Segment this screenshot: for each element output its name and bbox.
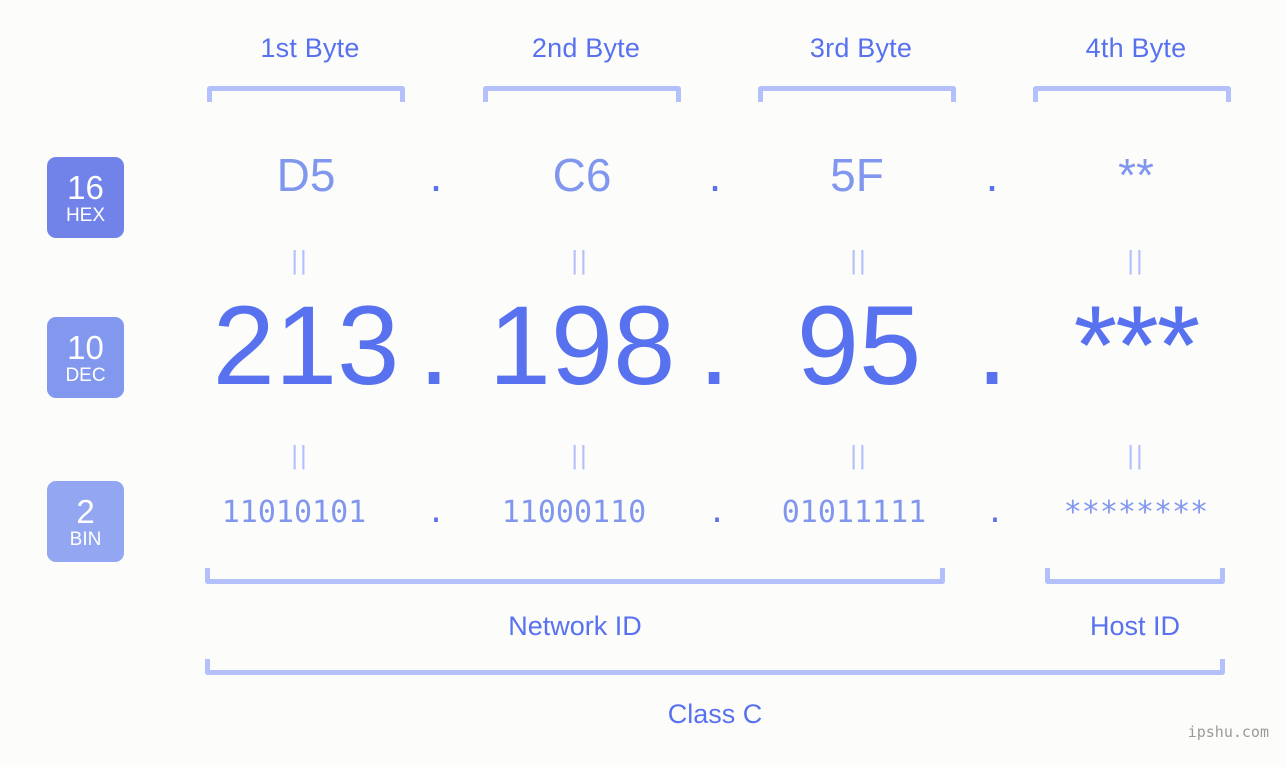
class-label: Class C (667, 699, 763, 729)
dec-byte-3: 95 (796, 283, 922, 408)
base-badge-hex-number: 16 (67, 168, 104, 206)
byte-header-3: 3rd Byte (809, 33, 913, 63)
base-badge-bin-abbr: BIN (69, 528, 102, 550)
bin-byte-2: 11000110 (501, 495, 647, 530)
byte-header-2: 2nd Byte (531, 33, 641, 63)
dec-byte-4: *** (1073, 283, 1201, 408)
base-badge-bin: 2 BIN (47, 481, 124, 562)
bin-byte-3: 01011111 (781, 495, 927, 530)
watermark: ipshu.com (1187, 723, 1269, 741)
byte-bracket-2 (483, 86, 681, 102)
network-id-label: Network ID (508, 611, 642, 641)
dec-dot-2: . (698, 283, 730, 408)
hex-byte-4: ** (1118, 149, 1154, 201)
dec-dot-1: . (418, 283, 450, 408)
class-bracket (205, 659, 1225, 675)
base-badge-bin-number: 2 (76, 492, 95, 530)
hex-dot-1: . (429, 149, 443, 201)
dec-byte-1: 213 (212, 283, 400, 408)
byte-header-4: 4th Byte (1085, 33, 1187, 63)
hex-byte-2: C6 (552, 149, 612, 201)
byte-header-1: 1st Byte (260, 33, 360, 63)
hex-byte-1: D5 (276, 149, 336, 201)
dec-byte-2: 198 (488, 283, 676, 408)
host-id-bracket (1045, 568, 1225, 584)
equals-mark-8: || (1127, 440, 1145, 470)
network-id-bracket (205, 568, 945, 584)
byte-bracket-4 (1033, 86, 1231, 102)
byte-bracket-1 (207, 86, 405, 102)
base-badge-hex: 16 HEX (47, 157, 124, 238)
base-badge-dec-number: 10 (67, 328, 104, 366)
equals-mark-1: || (291, 245, 309, 275)
base-badge-dec-abbr: DEC (65, 364, 106, 386)
ip-breakdown-diagram: 1st Byte 2nd Byte 3rd Byte 4th Byte 16 H… (0, 0, 1285, 767)
byte-bracket-3 (758, 86, 956, 102)
bin-byte-1: 11010101 (221, 495, 367, 530)
equals-mark-3: || (850, 245, 868, 275)
equals-mark-6: || (571, 440, 589, 470)
equals-mark-7: || (850, 440, 868, 470)
host-id-label: Host ID (1089, 611, 1181, 641)
hex-byte-3: 5F (830, 149, 884, 201)
equals-mark-4: || (1127, 245, 1145, 275)
bin-byte-4: ******** (1063, 495, 1209, 530)
base-badge-dec: 10 DEC (47, 317, 124, 398)
equals-mark-5: || (291, 440, 309, 470)
equals-mark-2: || (571, 245, 589, 275)
base-badge-hex-abbr: HEX (65, 204, 106, 226)
